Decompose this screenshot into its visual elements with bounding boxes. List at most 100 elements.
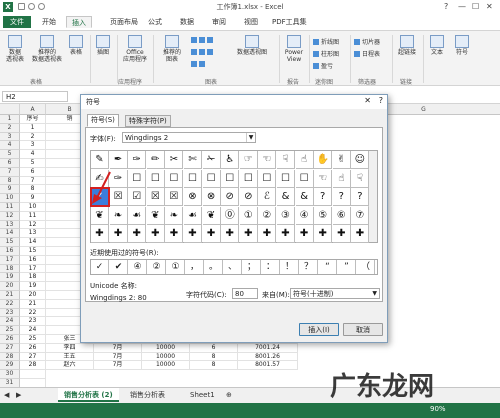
symbol-cell[interactable]: ?	[351, 188, 370, 207]
tab-pdf[interactable]: PDF工具集	[272, 16, 307, 28]
cell-month[interactable]: 7月	[94, 343, 142, 353]
symbol-cell[interactable]: ☐	[202, 169, 221, 188]
cell-serial[interactable]: 21	[20, 299, 46, 309]
cell-serial[interactable]: 3	[20, 141, 46, 151]
pivot-chart-button[interactable]: 数据透视图	[230, 35, 274, 56]
row-header[interactable]: 29	[0, 361, 20, 371]
row-header[interactable]: 24	[0, 317, 20, 327]
cell-empty[interactable]	[20, 370, 46, 379]
cell-serial[interactable]: 1	[20, 123, 46, 133]
select-all-corner[interactable]	[0, 104, 20, 115]
symbol-cell[interactable]: ✚	[351, 225, 370, 244]
tab-review[interactable]: 审阅	[212, 16, 226, 28]
symbol-cell[interactable]: ☙	[128, 206, 147, 225]
cell-serial[interactable]: 18	[20, 273, 46, 283]
row-header[interactable]: 7	[0, 167, 20, 177]
row-header[interactable]: 27	[0, 343, 20, 353]
symbol-cell[interactable]: ✚	[332, 225, 351, 244]
symbol-cell[interactable]: ✚	[165, 225, 184, 244]
cell-serial[interactable]: 20	[20, 291, 46, 300]
recent-symbol-cell[interactable]: ✓	[91, 260, 109, 274]
cell-serial[interactable]: 22	[20, 308, 46, 318]
row-header[interactable]: 20	[0, 282, 20, 291]
symbol-cell[interactable]: ☐	[277, 169, 295, 188]
symbol-cell[interactable]: ✚	[258, 225, 277, 244]
row-header[interactable]: 3	[0, 132, 20, 142]
symbol-cell[interactable]: ✚	[295, 225, 314, 244]
symbol-cell[interactable]: ✑	[128, 151, 147, 169]
cell-serial[interactable]: 26	[20, 343, 46, 353]
row-header[interactable]: 17	[0, 255, 20, 265]
symbol-cell[interactable]: ⊘	[239, 188, 258, 207]
cell-amount[interactable]: 10000	[142, 343, 190, 353]
cell-serial[interactable]: 27	[20, 352, 46, 362]
row-header[interactable]: 6	[0, 159, 20, 168]
cell-serial[interactable]: 12	[20, 220, 46, 230]
pie-chart-icon[interactable]	[191, 61, 207, 68]
cell-serial[interactable]: 23	[20, 317, 46, 327]
recent-symbol-cell[interactable]: “	[319, 260, 337, 274]
row-header[interactable]: 26	[0, 335, 20, 344]
tab-page-layout[interactable]: 页面布局	[110, 16, 138, 28]
symbol-cell[interactable]: ℰ	[258, 188, 277, 207]
cell-qty[interactable]: 8	[190, 361, 238, 371]
symbol-cell[interactable]: ❧	[165, 206, 184, 225]
cell-serial[interactable]: 25	[20, 335, 46, 344]
slicer-button[interactable]: 切片器	[354, 37, 380, 46]
tab-symbols[interactable]: 符号(S)	[87, 114, 119, 127]
symbol-cell[interactable]: ☜	[314, 169, 333, 188]
cell-serial[interactable]: 19	[20, 282, 46, 291]
symbol-cell[interactable]: ☒	[146, 188, 165, 207]
symbol-cell[interactable]: ✄	[184, 151, 202, 169]
minimize-icon[interactable]: —	[458, 2, 466, 11]
charcode-input[interactable]: 80	[232, 288, 258, 299]
line-chart-icon[interactable]	[191, 49, 215, 56]
add-sheet-icon[interactable]: ⊕	[226, 388, 238, 402]
cell-serial[interactable]: 10	[20, 203, 46, 212]
row-header[interactable]: 19	[0, 273, 20, 283]
cell-serial[interactable]: 11	[20, 211, 46, 221]
symbol-cell[interactable]: ☐	[221, 169, 240, 188]
help-icon[interactable]: ?	[444, 2, 448, 11]
symbol-button[interactable]: 符号	[452, 35, 472, 56]
cell-month[interactable]: 7月	[94, 352, 142, 362]
recent-symbols[interactable]: ✓ ✔ ④ ② ①，。、；：！？ “” （	[90, 259, 378, 275]
header-cell-no[interactable]: 序号	[20, 115, 46, 124]
cell-name[interactable]: 赵六	[46, 361, 94, 371]
next-sheet-icon[interactable]: ▶	[16, 388, 26, 402]
tab-home[interactable]: 开始	[42, 16, 56, 28]
cell-serial[interactable]: 28	[20, 361, 46, 371]
sparkline-column-button[interactable]: 柱形图	[313, 49, 339, 58]
symbol-cell[interactable]: ☒	[165, 188, 184, 207]
symbol-cell[interactable]: ✚	[184, 225, 202, 244]
row-header[interactable]: 28	[0, 352, 20, 362]
symbol-cell[interactable]: ☟	[277, 151, 295, 169]
recent-symbol-cell[interactable]: ④	[129, 260, 147, 274]
zoom-level[interactable]: 90%	[430, 405, 446, 413]
symbol-cell[interactable]: ☙	[184, 206, 202, 225]
recent-symbol-cell[interactable]: 、	[224, 260, 242, 274]
symbol-cell[interactable]: ✚	[221, 225, 240, 244]
cell-serial[interactable]: 5	[20, 159, 46, 168]
row-header[interactable]: 14	[0, 229, 20, 239]
symbol-cell[interactable]: &	[277, 188, 295, 207]
symbol-cell[interactable]: &	[295, 188, 314, 207]
symbol-cell[interactable]: ☐	[295, 169, 314, 188]
recent-symbol-cell[interactable]: 。	[205, 260, 223, 274]
symbol-cell[interactable]: ✚	[146, 225, 165, 244]
symbol-cell[interactable]: ✚	[277, 225, 295, 244]
row-header[interactable]: 13	[0, 220, 20, 230]
row-header[interactable]: 23	[0, 308, 20, 318]
symbol-cell[interactable]: ⓪	[221, 206, 240, 225]
row-header[interactable]: 12	[0, 211, 20, 221]
tab-data[interactable]: 数据	[180, 16, 194, 28]
column-header[interactable]: A	[20, 104, 46, 115]
symbol-cell[interactable]: ⊗	[184, 188, 202, 207]
prev-sheet-icon[interactable]: ◀	[4, 388, 14, 402]
recent-symbol-cell[interactable]: ②	[148, 260, 166, 274]
recent-symbol-cell[interactable]: ，	[186, 260, 204, 274]
symbol-cell[interactable]: ⑤	[314, 206, 333, 225]
symbol-cell[interactable]: ✎	[91, 151, 109, 169]
row-header[interactable]: 2	[0, 123, 20, 133]
symbol-cell[interactable]: ✚	[109, 225, 128, 244]
